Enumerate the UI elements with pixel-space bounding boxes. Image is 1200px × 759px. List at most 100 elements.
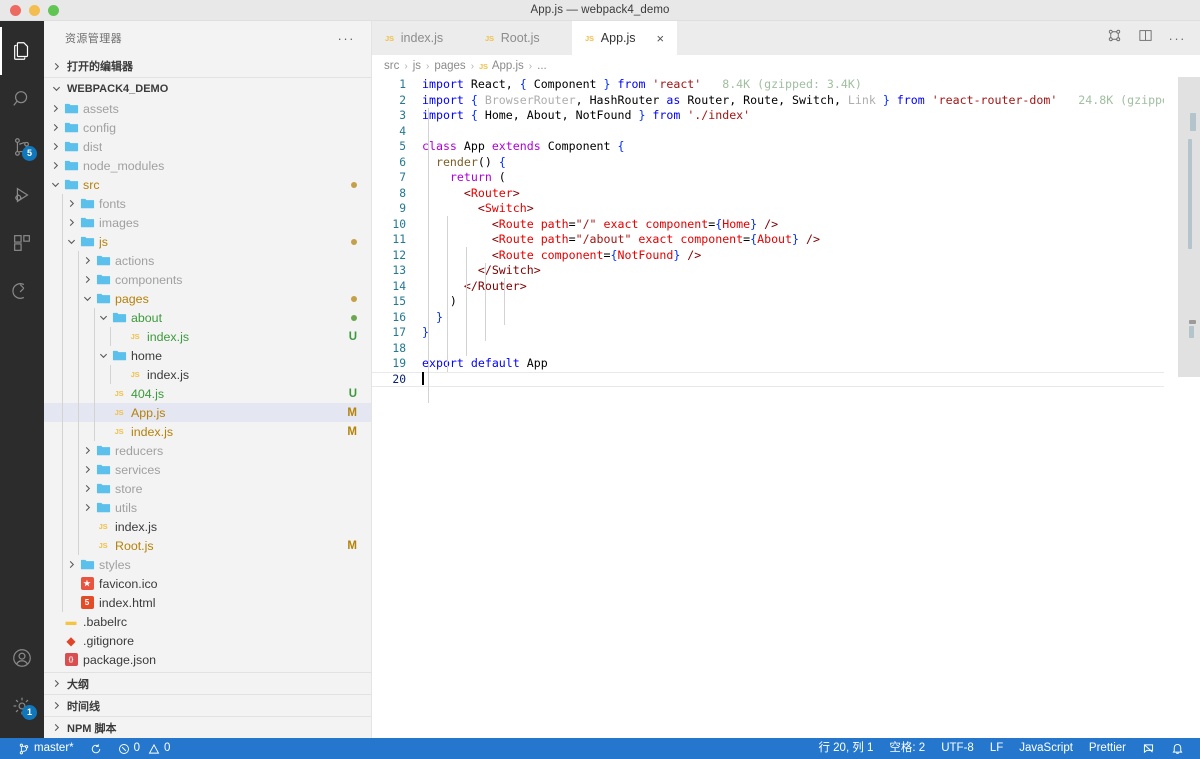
- code-editor[interactable]: 1 import React, { Component } from 'react…: [372, 77, 1200, 738]
- source-code[interactable]: 1 import React, { Component } from 'react…: [372, 77, 1164, 403]
- tree-folder-about[interactable]: about: [44, 308, 371, 327]
- activity-source-control[interactable]: 5: [0, 123, 44, 171]
- chevron-right-icon[interactable]: [65, 218, 78, 227]
- section-timeline[interactable]: 时间线: [44, 694, 371, 716]
- open-changes-icon[interactable]: [1107, 28, 1122, 48]
- tree-folder-home[interactable]: home: [44, 346, 371, 365]
- code-line[interactable]: 13 </Switch>: [372, 263, 1164, 279]
- chevron-down-icon[interactable]: [49, 180, 62, 189]
- status-indentation[interactable]: 空格: 2: [881, 738, 933, 759]
- section-npm-scripts[interactable]: NPM 脚本: [44, 716, 371, 738]
- code-line[interactable]: 10 <Route path="/" exact component={Home…: [372, 217, 1164, 233]
- activity-manage-settings[interactable]: 1: [0, 682, 44, 730]
- tree-folder-images[interactable]: images: [44, 213, 371, 232]
- tab-app-js[interactable]: JS App.js ×: [572, 21, 678, 55]
- status-language-mode[interactable]: JavaScript: [1011, 738, 1081, 759]
- activity-extensions[interactable]: [0, 219, 44, 267]
- code-line[interactable]: 17}: [372, 325, 1164, 341]
- status-feedback[interactable]: [1134, 738, 1163, 759]
- code-line[interactable]: 15 ): [372, 294, 1164, 310]
- tree-file--babelrc[interactable]: ▬ .babelrc: [44, 612, 371, 631]
- chevron-right-icon[interactable]: [81, 503, 94, 512]
- code-line[interactable]: 11 <Route path="/about" exact component=…: [372, 232, 1164, 248]
- tree-folder-js[interactable]: js: [44, 232, 371, 251]
- status-notifications-bell-icon[interactable]: [1163, 738, 1192, 759]
- breadcrumb-item-js[interactable]: js: [413, 60, 421, 72]
- code-line[interactable]: 12 <Route component={NotFound} />: [372, 248, 1164, 264]
- status-branch[interactable]: master*: [10, 738, 82, 759]
- chevron-right-icon[interactable]: [65, 199, 78, 208]
- tree-file-app-js[interactable]: JS App.js M: [44, 403, 371, 422]
- breadcrumb-item-file[interactable]: JS App.js: [479, 60, 524, 72]
- minimap[interactable]: [1164, 77, 1200, 738]
- tree-file-index-js[interactable]: JS index.js: [44, 365, 371, 384]
- tree-folder-dist[interactable]: dist: [44, 137, 371, 156]
- tree-folder-components[interactable]: components: [44, 270, 371, 289]
- code-line[interactable]: 16 }: [372, 310, 1164, 326]
- more-actions-icon[interactable]: ···: [1169, 32, 1187, 45]
- code-line[interactable]: 20: [372, 371, 1164, 388]
- chevron-right-icon[interactable]: [49, 123, 62, 132]
- breadcrumb-item-src[interactable]: src: [384, 60, 399, 72]
- activity-run-and-debug[interactable]: [0, 171, 44, 219]
- code-line[interactable]: 2 import { BrowserRouter, HashRouter as R…: [372, 93, 1164, 109]
- status-eol[interactable]: LF: [982, 738, 1011, 759]
- code-line[interactable]: 6 render() {: [372, 155, 1164, 171]
- code-line[interactable]: 9 <Switch>: [372, 201, 1164, 217]
- tree-folder-assets[interactable]: assets: [44, 99, 371, 118]
- chevron-right-icon[interactable]: [81, 465, 94, 474]
- code-line[interactable]: 8 <Router>: [372, 186, 1164, 202]
- section-open-editors[interactable]: 打开的编辑器: [44, 55, 371, 77]
- tree-folder-src[interactable]: src: [44, 175, 371, 194]
- chevron-right-icon[interactable]: [49, 142, 62, 151]
- chevron-right-icon[interactable]: [49, 161, 62, 170]
- chevron-down-icon[interactable]: [65, 237, 78, 246]
- chevron-right-icon[interactable]: [81, 484, 94, 493]
- tree-folder-services[interactable]: services: [44, 460, 371, 479]
- status-cursor-position[interactable]: 行 20, 列 1: [810, 738, 881, 759]
- tab-close-icon[interactable]: ×: [657, 32, 665, 45]
- breadcrumb-item-pages[interactable]: pages: [434, 60, 465, 72]
- status-formatter[interactable]: Prettier: [1081, 738, 1134, 759]
- tree-file-index-js[interactable]: JS index.js: [44, 517, 371, 536]
- code-viewport[interactable]: 1 import React, { Component } from 'react…: [372, 77, 1164, 738]
- chevron-down-icon[interactable]: [97, 351, 110, 360]
- chevron-right-icon[interactable]: [81, 275, 94, 284]
- section-outline[interactable]: 大纲: [44, 672, 371, 694]
- tree-file--gitignore[interactable]: ◆ .gitignore: [44, 631, 371, 650]
- code-line[interactable]: 7 return (: [372, 170, 1164, 186]
- tree-folder-styles[interactable]: styles: [44, 555, 371, 574]
- code-line[interactable]: 4: [372, 124, 1164, 140]
- tree-file-index-js[interactable]: JS index.js M: [44, 422, 371, 441]
- tree-file-index-html[interactable]: 5 index.html: [44, 593, 371, 612]
- split-editor-icon[interactable]: [1138, 28, 1153, 48]
- breadcrumb-item-symbol[interactable]: ...: [537, 60, 547, 72]
- status-sync[interactable]: [82, 738, 110, 759]
- activity-explorer[interactable]: [0, 27, 44, 75]
- tree-folder-actions[interactable]: actions: [44, 251, 371, 270]
- chevron-right-icon[interactable]: [81, 256, 94, 265]
- code-line[interactable]: 1 import React, { Component } from 'react…: [372, 77, 1164, 93]
- chevron-right-icon[interactable]: [65, 560, 78, 569]
- chevron-right-icon[interactable]: [49, 104, 62, 113]
- tab-index-js[interactable]: JS index.js: [372, 21, 472, 55]
- tree-file-index-js[interactable]: JS index.js U: [44, 327, 371, 346]
- code-line[interactable]: 14 </Router>: [372, 279, 1164, 295]
- file-tree[interactable]: assets config dist node_modules src fonts imag…: [44, 99, 371, 672]
- tree-file-root-js[interactable]: JS Root.js M: [44, 536, 371, 555]
- breadcrumb[interactable]: src › js › pages › JS App.js › ...: [372, 55, 1200, 77]
- tree-file-404-js[interactable]: JS 404.js U: [44, 384, 371, 403]
- status-problems[interactable]: 0 0: [110, 738, 179, 759]
- code-line[interactable]: 19 export default App: [372, 356, 1164, 372]
- activity-remote-explorer[interactable]: [0, 267, 44, 315]
- code-line[interactable]: 3 import { Home, About, NotFound } from '…: [372, 108, 1164, 124]
- status-encoding[interactable]: UTF-8: [933, 738, 982, 759]
- tree-file-favicon-ico[interactable]: ★ favicon.ico: [44, 574, 371, 593]
- section-workspace[interactable]: WEBPACK4_DEMO: [44, 77, 371, 99]
- tree-file-package-json[interactable]: {} package.json: [44, 650, 371, 669]
- code-line[interactable]: 5 class App extends Component {: [372, 139, 1164, 155]
- chevron-down-icon[interactable]: [81, 294, 94, 303]
- chevron-down-icon[interactable]: [97, 313, 110, 322]
- tree-folder-fonts[interactable]: fonts: [44, 194, 371, 213]
- tree-folder-config[interactable]: config: [44, 118, 371, 137]
